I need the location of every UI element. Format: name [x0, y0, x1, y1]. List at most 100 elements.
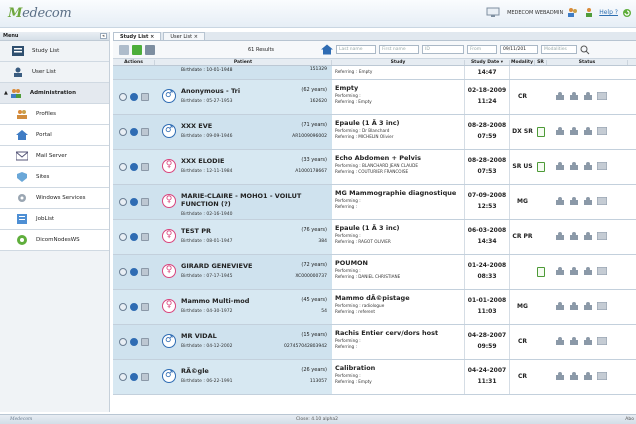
status-user-icon[interactable] — [583, 372, 593, 382]
column-study-date[interactable]: Study Date ▾ — [465, 59, 510, 65]
tab-study-list[interactable]: Study List × — [113, 32, 162, 40]
user-settings-icon[interactable] — [583, 7, 595, 18]
column-patient[interactable]: Patient — [155, 59, 332, 65]
status-user-icon[interactable] — [555, 302, 565, 312]
status-user-icon[interactable] — [569, 302, 579, 312]
column-status[interactable]: Status — [547, 59, 628, 65]
status-user-icon[interactable] — [555, 162, 565, 172]
table-row[interactable]: ♂ Anonymous - Tri (62 years) Birthdate : 05… — [113, 80, 636, 115]
sidebar-group-administration[interactable]: ▲ Administration — [0, 83, 109, 104]
report-button[interactable] — [141, 268, 149, 276]
report-button[interactable] — [141, 338, 149, 346]
last-name-input[interactable]: Last name — [336, 45, 376, 54]
export-button[interactable] — [145, 44, 155, 55]
report-button[interactable] — [141, 373, 149, 381]
table-row[interactable]: ♂ RÃ©gle (26 years) Birthdate : 06-22-1991 1… — [113, 360, 636, 395]
status-user-icon[interactable] — [555, 372, 565, 382]
status-user-icon[interactable] — [555, 337, 565, 347]
status-user-icon[interactable] — [569, 127, 579, 137]
status-user-icon[interactable] — [583, 92, 593, 102]
users-icon[interactable] — [567, 7, 579, 18]
table-row[interactable]: ♂ MR VIDAL (15 years) Birthdate : 04-12-200… — [113, 325, 636, 360]
message-icon[interactable] — [596, 91, 608, 102]
close-tab-icon[interactable]: × — [194, 34, 198, 40]
status-user-icon[interactable] — [555, 197, 565, 207]
status-user-icon[interactable] — [569, 372, 579, 382]
status-user-icon[interactable] — [583, 232, 593, 242]
view-study-button[interactable] — [130, 268, 138, 276]
message-icon[interactable] — [596, 231, 608, 242]
first-name-input[interactable]: First name — [379, 45, 419, 54]
table-row[interactable]: ♂ XXX EVE (71 years) Birthdate : 09-09-1946… — [113, 115, 636, 150]
table-row[interactable]: ♀ MARIE-CLAIRE - MOHO1 - VOILUT FUNCTION … — [113, 185, 636, 220]
sidebar-item-sites[interactable]: Sites — [0, 167, 109, 188]
open-study-button[interactable] — [119, 373, 127, 381]
view-study-button[interactable] — [130, 233, 138, 241]
status-user-icon[interactable] — [569, 197, 579, 207]
date-input[interactable]: 09/11/201 — [500, 45, 538, 54]
open-study-button[interactable] — [119, 128, 127, 136]
message-icon[interactable] — [596, 336, 608, 347]
status-user-icon[interactable] — [583, 337, 593, 347]
monitor-icon[interactable] — [486, 7, 500, 18]
report-button[interactable] — [141, 128, 149, 136]
sidebar-item-mail-server[interactable]: Mail Server — [0, 146, 109, 167]
view-study-button[interactable] — [130, 163, 138, 171]
structured-report-icon[interactable] — [537, 267, 545, 277]
id-input[interactable]: ID — [422, 45, 464, 54]
view-study-button[interactable] — [130, 303, 138, 311]
column-modality[interactable]: Modality — [510, 59, 535, 65]
status-user-icon[interactable] — [555, 267, 565, 277]
table-row[interactable]: ♀ GIRARD GENEVIEVE (72 years) Birthdate : 0… — [113, 255, 636, 290]
view-study-button[interactable] — [130, 198, 138, 206]
view-study-button[interactable] — [130, 93, 138, 101]
structured-report-icon[interactable] — [537, 127, 545, 137]
sidebar-item-study-list[interactable]: Study List — [0, 41, 109, 62]
report-button[interactable] — [141, 233, 149, 241]
message-icon[interactable] — [596, 161, 608, 172]
open-study-button[interactable] — [119, 268, 127, 276]
open-study-button[interactable] — [119, 338, 127, 346]
table-row[interactable]: ♀ Mammo Multi-mod (45 years) Birthdate : 04… — [113, 290, 636, 325]
report-button[interactable] — [141, 93, 149, 101]
view-study-button[interactable] — [130, 373, 138, 381]
open-study-button[interactable] — [119, 198, 127, 206]
tab-user-list[interactable]: User List × — [163, 32, 205, 40]
column-sr[interactable]: SR — [535, 59, 547, 65]
sidebar-item-profiles[interactable]: Profiles — [0, 104, 109, 125]
message-icon[interactable] — [596, 266, 608, 277]
status-user-icon[interactable] — [569, 337, 579, 347]
status-user-icon[interactable] — [569, 92, 579, 102]
message-icon[interactable] — [596, 371, 608, 382]
open-study-button[interactable] — [119, 233, 127, 241]
status-user-icon[interactable] — [569, 267, 579, 277]
refresh-icon[interactable] — [622, 8, 632, 18]
message-icon[interactable] — [596, 196, 608, 207]
from-date-input[interactable]: From — [467, 45, 497, 54]
status-user-icon[interactable] — [583, 127, 593, 137]
sidebar-item-joblist[interactable]: JobList — [0, 209, 109, 230]
open-study-button[interactable] — [119, 93, 127, 101]
status-user-icon[interactable] — [555, 127, 565, 137]
table-row[interactable]: Birthdate : 10-01-1948 151329 Referring :… — [113, 66, 636, 80]
sidebar-item-windows-services[interactable]: Windows Services — [0, 188, 109, 209]
status-user-icon[interactable] — [583, 302, 593, 312]
grid-view-button[interactable] — [119, 44, 129, 55]
report-button[interactable] — [141, 303, 149, 311]
report-button[interactable] — [141, 198, 149, 206]
status-user-icon[interactable] — [583, 267, 593, 277]
report-button[interactable] — [141, 163, 149, 171]
status-user-icon[interactable] — [583, 162, 593, 172]
collapse-menu-button[interactable]: « — [100, 33, 107, 39]
sidebar-item-user-list[interactable]: User List — [0, 62, 109, 83]
search-icon[interactable] — [580, 45, 590, 55]
column-study[interactable]: Study — [332, 59, 465, 65]
status-user-icon[interactable] — [569, 162, 579, 172]
table-row[interactable]: ♀ XXX ELODIE (33 years) Birthdate : 12-11-1… — [113, 150, 636, 185]
close-tab-icon[interactable]: × — [150, 34, 154, 40]
view-study-button[interactable] — [130, 128, 138, 136]
status-user-icon[interactable] — [583, 197, 593, 207]
status-user-icon[interactable] — [569, 232, 579, 242]
open-study-button[interactable] — [119, 303, 127, 311]
message-icon[interactable] — [596, 126, 608, 137]
